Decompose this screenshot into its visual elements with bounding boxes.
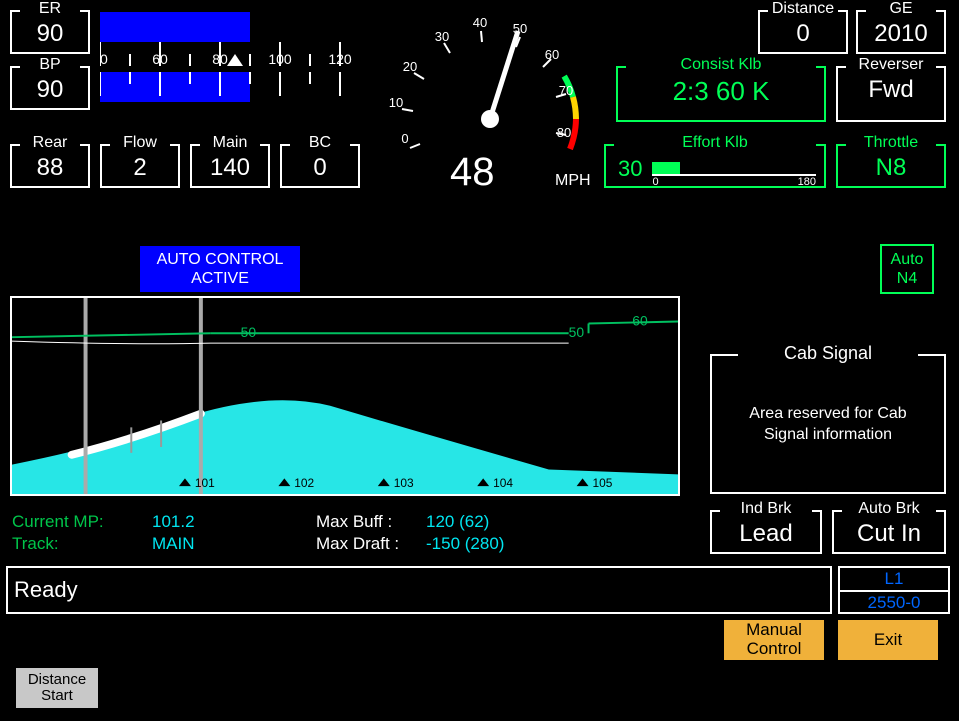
svg-text:50: 50 — [513, 21, 527, 36]
status-bar: Ready — [6, 566, 832, 614]
throttle-value: N8 — [838, 144, 944, 180]
ge-box: GE 2010 — [856, 10, 946, 54]
bp-value: 90 — [12, 66, 88, 102]
svg-text:80: 80 — [212, 51, 228, 67]
auto-control-line2: ACTIVE — [150, 269, 290, 288]
svg-text:50: 50 — [569, 324, 585, 340]
status-msg: Ready — [8, 577, 78, 603]
speed-unit: MPH — [555, 172, 591, 190]
bc-value: 0 — [282, 144, 358, 180]
current-mp-value: 101.2 — [152, 512, 195, 532]
rear-box: Rear 88 — [10, 144, 90, 188]
manual-control-button[interactable]: Manual Control — [724, 620, 824, 660]
effort-max: 180 — [798, 176, 816, 188]
reverser-box: Reverser Fwd — [836, 66, 946, 122]
er-value: 90 — [12, 10, 88, 46]
consist-box: Consist Klb 2:3 60 K — [616, 66, 826, 122]
ge-value: 2010 — [858, 10, 944, 46]
max-buff-value: 120 (62) — [426, 512, 489, 532]
current-mp-label: Current MP: — [12, 512, 152, 532]
id-line1: L1 — [840, 568, 948, 590]
svg-text:60: 60 — [152, 51, 168, 67]
track-value: MAIN — [152, 534, 195, 554]
svg-text:104: 104 — [493, 476, 513, 490]
auto-badge-line2: N4 — [890, 269, 924, 288]
indbrk-box: Ind Brk Lead — [710, 510, 822, 554]
svg-text:30: 30 — [435, 29, 449, 44]
cab-signal-line2: Signal information — [712, 425, 944, 446]
distance-value: 0 — [760, 10, 846, 46]
speedometer: 0 10 20 30 40 50 60 70 80 — [380, 4, 600, 159]
distance-start-button[interactable]: Distance Start — [16, 668, 98, 708]
svg-text:100: 100 — [268, 51, 292, 67]
exit-button[interactable]: Exit — [838, 620, 938, 660]
cab-signal-line1: Area reserved for Cab — [712, 404, 944, 425]
main-value: 140 — [192, 144, 268, 180]
svg-text:120: 120 — [328, 51, 352, 67]
max-draft-value: -150 (280) — [426, 534, 504, 554]
id-line2: 2550-0 — [840, 592, 948, 614]
effort-bar — [652, 162, 680, 174]
track-profile: 50 50 60 101 102 103 104 105 — [10, 296, 680, 496]
bp-box: BP 90 — [10, 66, 90, 110]
bc-box: BC 0 — [280, 144, 360, 188]
svg-text:103: 103 — [394, 476, 414, 490]
svg-text:60: 60 — [632, 313, 648, 329]
cab-signal-box: Cab Signal Area reserved for Cab Signal … — [710, 354, 946, 494]
main-box: Main 140 — [190, 144, 270, 188]
svg-text:0: 0 — [401, 131, 408, 146]
svg-text:50: 50 — [241, 324, 257, 340]
pressure-bars: 40 60 80 100 120 — [100, 6, 370, 136]
effort-min: 0 — [652, 176, 658, 188]
svg-text:60: 60 — [545, 47, 559, 62]
rear-value: 88 — [12, 144, 88, 180]
effort-value: 30 — [618, 156, 642, 182]
autobrk-box: Auto Brk Cut In — [832, 510, 946, 554]
autobrk-value: Cut In — [834, 510, 944, 546]
auto-control-line1: AUTO CONTROL — [150, 250, 290, 269]
reverser-value: Fwd — [838, 66, 944, 102]
effort-box: Effort Klb 30 0 180 — [604, 144, 826, 188]
speed-value: 48 — [450, 150, 495, 195]
indbrk-value: Lead — [712, 510, 820, 546]
id-box: L1 2550-0 — [838, 566, 950, 614]
svg-text:105: 105 — [593, 476, 613, 490]
consist-value: 2:3 60 K — [618, 66, 824, 104]
flow-box: Flow 2 — [100, 144, 180, 188]
svg-text:20: 20 — [403, 59, 417, 74]
svg-text:40: 40 — [473, 15, 487, 30]
distance-box: Distance 0 — [758, 10, 848, 54]
er-box: ER 90 — [10, 10, 90, 54]
svg-text:80: 80 — [557, 125, 571, 140]
svg-text:10: 10 — [389, 95, 403, 110]
max-buff-label: Max Buff : — [316, 512, 426, 532]
svg-text:102: 102 — [294, 476, 314, 490]
auto-control-pill: AUTO CONTROL ACTIVE — [140, 246, 300, 292]
flow-value: 2 — [102, 144, 178, 180]
track-label: Track: — [12, 534, 152, 554]
svg-text:101: 101 — [195, 476, 215, 490]
auto-badge: Auto N4 — [880, 244, 934, 294]
auto-badge-line1: Auto — [890, 250, 924, 269]
svg-text:40: 40 — [100, 51, 108, 67]
cab-signal-title: Cab Signal — [712, 343, 944, 364]
max-draft-label: Max Draft : — [316, 534, 426, 554]
throttle-box: Throttle N8 — [836, 144, 946, 188]
